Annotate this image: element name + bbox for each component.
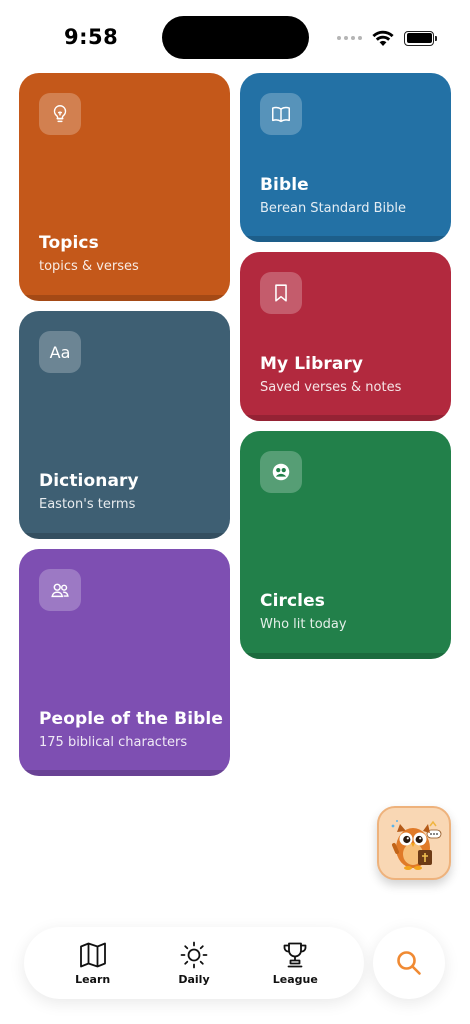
bible-card[interactable]: Bible Berean Standard Bible bbox=[240, 73, 451, 242]
bible-title: Bible bbox=[260, 175, 309, 195]
people-title: People of the Bible bbox=[39, 709, 223, 729]
nav-league-label: League bbox=[272, 973, 318, 986]
my-library-subtitle: Saved verses & notes bbox=[260, 380, 402, 395]
bible-subtitle: Berean Standard Bible bbox=[260, 201, 406, 216]
nav-learn-label: Learn bbox=[75, 973, 111, 986]
dictionary-icon-text: Aa bbox=[49, 342, 71, 362]
topics-subtitle: topics & verses bbox=[39, 259, 139, 274]
bookmark-icon bbox=[260, 272, 302, 314]
owl-mascot-icon bbox=[391, 820, 442, 870]
status-time: 9:58 bbox=[64, 25, 119, 49]
my-library-title: My Library bbox=[260, 354, 364, 374]
people-subtitle: 175 biblical characters bbox=[39, 735, 188, 750]
wifi-icon bbox=[372, 30, 394, 46]
lightbulb-icon bbox=[39, 93, 81, 135]
circles-title: Circles bbox=[260, 591, 325, 611]
battery-icon bbox=[404, 30, 437, 46]
dictionary-subtitle: Easton's terms bbox=[39, 497, 136, 512]
sun-icon bbox=[180, 941, 208, 969]
bottom-nav: Learn Daily League bbox=[24, 927, 364, 999]
people-icon bbox=[39, 569, 81, 611]
nav-daily[interactable]: Daily bbox=[154, 940, 234, 986]
nav-league[interactable]: League bbox=[255, 940, 335, 986]
my-library-card[interactable]: My Library Saved verses & notes bbox=[240, 252, 451, 421]
search-button[interactable] bbox=[373, 927, 445, 999]
owl-mascot-button[interactable] bbox=[377, 806, 451, 880]
nav-learn[interactable]: Learn bbox=[53, 940, 133, 986]
topics-card[interactable]: Topics topics & verses bbox=[19, 73, 230, 301]
dictionary-title: Dictionary bbox=[39, 471, 139, 491]
circle-face-icon bbox=[260, 451, 302, 493]
map-icon bbox=[79, 942, 106, 968]
open-book-icon bbox=[260, 93, 302, 135]
circles-subtitle: Who lit today bbox=[260, 617, 347, 632]
signal-dots-icon bbox=[337, 36, 362, 40]
topics-title: Topics bbox=[39, 233, 99, 253]
nav-daily-label: Daily bbox=[178, 973, 210, 986]
trophy-icon bbox=[283, 942, 307, 968]
dictionary-card[interactable]: Aa Dictionary Easton's terms bbox=[19, 311, 230, 539]
status-icons bbox=[337, 29, 437, 47]
circles-card[interactable]: Circles Who lit today bbox=[240, 431, 451, 659]
dynamic-island bbox=[162, 16, 309, 59]
search-icon bbox=[397, 951, 421, 975]
people-of-the-bible-card[interactable]: People of the Bible 175 biblical charact… bbox=[19, 549, 230, 776]
text-aa-icon: Aa bbox=[39, 331, 81, 373]
